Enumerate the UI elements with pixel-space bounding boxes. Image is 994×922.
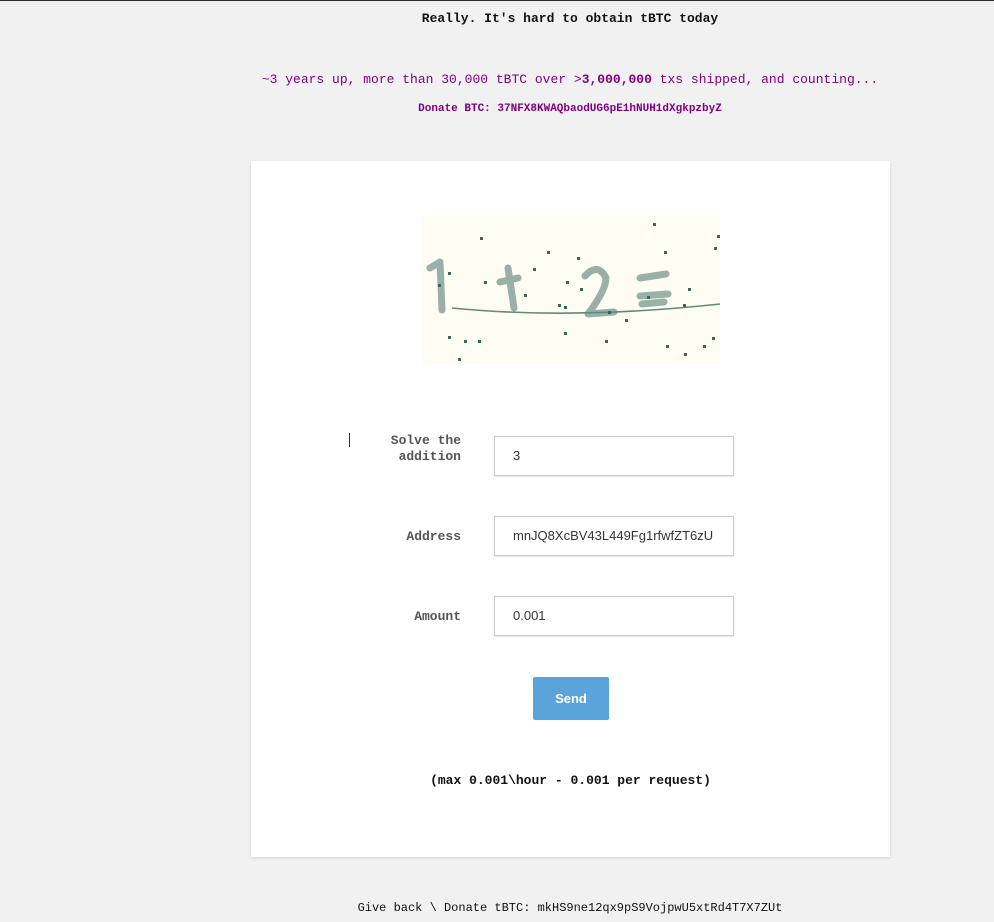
- stats-suffix: txs shipped, and counting...: [651, 72, 879, 87]
- stats-line: ~3 years up, more than 30,000 tBTC over …: [0, 72, 994, 87]
- send-button[interactable]: Send: [533, 677, 609, 720]
- address-input[interactable]: mnJQ8XcBV43L449Fg1rfwfZT6zU: [494, 516, 734, 556]
- amount-input[interactable]: 0.001: [494, 596, 734, 636]
- solve-label-line1: Solve the: [390, 433, 461, 448]
- page-headline: Really. It's hard to obtain tBTC today: [421, 11, 719, 26]
- faucet-form-card: Solve the addition 3 Address mnJQ8XcBV43…: [251, 161, 890, 857]
- captcha-answer-input[interactable]: 3: [494, 436, 734, 476]
- solve-label: Solve the addition: [349, 433, 461, 465]
- captcha-graphic: [426, 223, 721, 361]
- donate-btc-address: Donate BTC: 37NFX8KWAQbaodUG6pE1hNUH1dXg…: [418, 103, 722, 115]
- captcha-image: [422, 216, 721, 364]
- rate-limit-note: (max 0.001\hour - 0.001 per request): [430, 773, 711, 788]
- footer-donate-tbtc: Give back \ Donate tBTC: mkHS9ne12qx9pS9…: [357, 901, 783, 915]
- stats-tx-count: 3,000,000: [581, 72, 652, 87]
- stats-prefix: ~3 years up, more than 30,000 tBTC over …: [261, 72, 582, 87]
- amount-label: Amount: [414, 609, 461, 624]
- address-label: Address: [406, 529, 461, 544]
- solve-label-line2: addition: [398, 449, 461, 464]
- text-cursor: [349, 433, 350, 447]
